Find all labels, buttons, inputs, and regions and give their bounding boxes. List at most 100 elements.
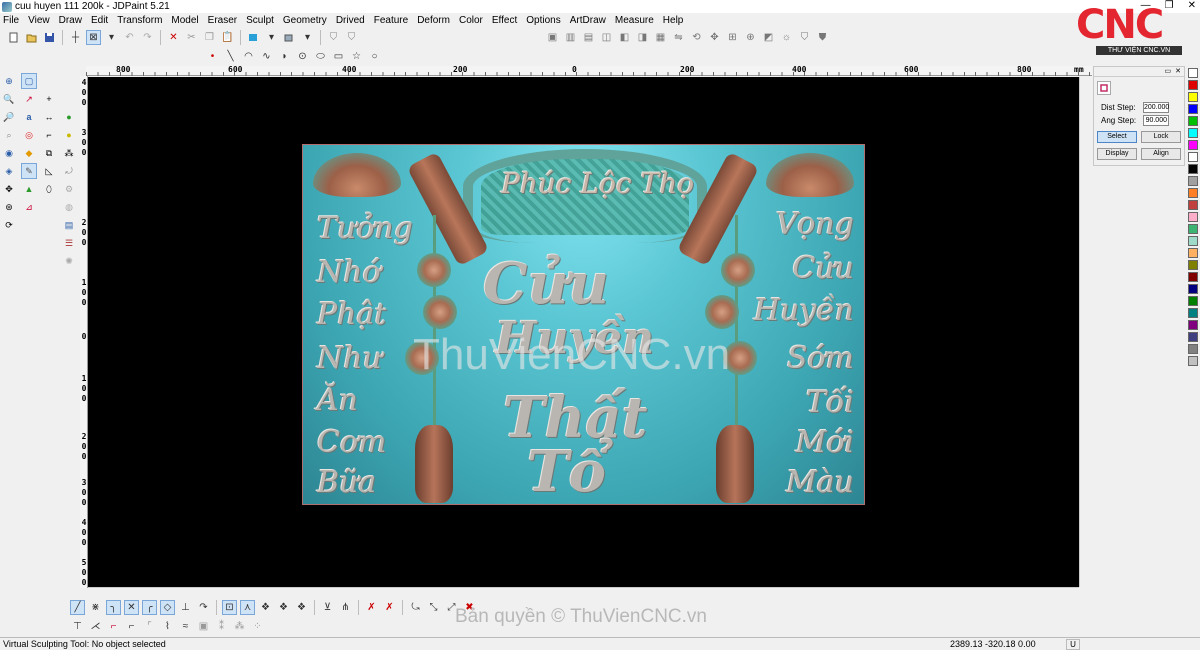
perpendicular-icon[interactable]: ⊥	[178, 600, 193, 615]
zoom-window-icon[interactable]: ⊕	[1, 73, 17, 89]
view-side-icon[interactable]: ▥	[563, 30, 578, 45]
color-swatch[interactable]	[1188, 68, 1198, 78]
shield-icon[interactable]: ⛊	[815, 30, 830, 45]
view-shade-icon[interactable]: ◩	[761, 30, 776, 45]
panel-minimize-icon[interactable]: ▭	[1165, 67, 1172, 76]
view-top-icon[interactable]: ▤	[581, 30, 596, 45]
shield-icon[interactable]: ⛉	[797, 30, 812, 45]
ungroup-icon[interactable]: ⁂	[232, 619, 247, 634]
rectangle-icon[interactable]: ▭	[331, 49, 346, 64]
corner-round-icon[interactable]: ⌐	[106, 619, 121, 634]
shield-icon[interactable]: ⛉	[344, 30, 359, 45]
color-swatch[interactable]	[1188, 188, 1198, 198]
layers-icon[interactable]: ☰	[61, 235, 77, 251]
menu-draw[interactable]: Draw	[59, 15, 82, 26]
lock-icon[interactable]: ▤	[61, 217, 77, 233]
extend-icon[interactable]: ⋔	[338, 600, 353, 615]
relief-artwork[interactable]: Phúc Lộc Thọ Tưởng Nhớ Phật Như Ăn Cơm B…	[302, 144, 865, 505]
canvas-viewport[interactable]: Phúc Lộc Thọ Tưởng Nhớ Phật Như Ăn Cơm B…	[88, 77, 1079, 587]
circle-diamond-icon[interactable]: ◇	[160, 600, 175, 615]
fillet-icon[interactable]: ╮	[106, 600, 121, 615]
bulb-yellow-icon[interactable]: ●	[61, 127, 77, 143]
menu-eraser[interactable]: Eraser	[208, 15, 237, 26]
arc-icon[interactable]: ◠	[241, 49, 256, 64]
circle-icon[interactable]: ○	[367, 49, 382, 64]
view-iso-icon[interactable]: ◧	[617, 30, 632, 45]
menu-edit[interactable]: Edit	[91, 15, 108, 26]
panel-tab-icon[interactable]	[1097, 81, 1111, 95]
gear-icon[interactable]: ⚙	[61, 181, 77, 197]
menu-feature[interactable]: Feature	[374, 15, 408, 26]
zoom-out-icon[interactable]: 🔎	[1, 109, 17, 125]
wave-icon[interactable]: ≈	[178, 619, 193, 634]
color-swatch[interactable]	[1188, 92, 1198, 102]
nodes-icon[interactable]: ⁂	[61, 145, 77, 161]
trim-icon[interactable]: ⊻	[320, 600, 335, 615]
cog-icon[interactable]: ✺	[61, 253, 77, 269]
box-icon[interactable]: ▣	[196, 619, 211, 634]
undo-icon[interactable]: ↶	[122, 30, 137, 45]
ellipse-icon[interactable]: ⬭	[313, 49, 328, 64]
view-light-icon[interactable]: ☼	[779, 30, 794, 45]
mirror-icon[interactable]: ◺	[41, 163, 57, 179]
color-swatch[interactable]	[1188, 320, 1198, 330]
menu-transform[interactable]: Transform	[117, 15, 162, 26]
zoom-prev-icon[interactable]: ⌕	[1, 127, 17, 143]
menu-measure[interactable]: Measure	[615, 15, 654, 26]
color-swatch[interactable]	[1188, 356, 1198, 366]
delete-icon[interactable]: ✕	[166, 30, 181, 45]
view-fit-icon[interactable]: ⊞	[725, 30, 740, 45]
dropdown-arrow-icon[interactable]: ▾	[264, 30, 279, 45]
align-button[interactable]: Align	[1141, 148, 1181, 160]
menu-geometry[interactable]: Geometry	[283, 15, 327, 26]
bulb-green-icon[interactable]: ●	[61, 109, 77, 125]
color-swatch[interactable]	[1188, 200, 1198, 210]
node-add-icon[interactable]: ❖	[276, 600, 291, 615]
line-icon[interactable]: ╲	[223, 49, 238, 64]
anchor-icon[interactable]: ⊤	[70, 619, 85, 634]
view-front-icon[interactable]: ▣	[545, 30, 560, 45]
open-folder-icon[interactable]	[24, 30, 39, 45]
eye-icon[interactable]: ◉	[1, 145, 17, 161]
distance-icon[interactable]: ↔	[41, 109, 57, 125]
frame-icon[interactable]: ⧉	[41, 145, 57, 161]
menu-drived[interactable]: Drived	[336, 15, 365, 26]
color-swatch[interactable]	[1188, 308, 1198, 318]
oval-tool-icon[interactable]: ⬯	[41, 181, 57, 197]
chamfer-icon[interactable]: ⋌	[88, 619, 103, 634]
horizontal-scrollbar[interactable]	[88, 587, 1079, 598]
sculpt-brush-icon[interactable]: ✎	[21, 163, 37, 179]
measure-icon[interactable]: ⊿	[21, 199, 37, 215]
dropdown-arrow-icon[interactable]: ▾	[300, 30, 315, 45]
menu-sculpt[interactable]: Sculpt	[246, 15, 274, 26]
corner-square-icon[interactable]: ⌐	[124, 619, 139, 634]
break-icon[interactable]: ✗	[364, 600, 379, 615]
circle-center-icon[interactable]: ⊙	[295, 49, 310, 64]
color-swatch[interactable]	[1188, 260, 1198, 270]
pick-curve-icon[interactable]: ↗	[21, 91, 37, 107]
intersect-icon[interactable]: ✕	[124, 600, 139, 615]
menu-view[interactable]: View	[28, 15, 50, 26]
color-swatch[interactable]	[1188, 140, 1198, 150]
color-swatch[interactable]	[1188, 80, 1198, 90]
menu-color[interactable]: Color	[459, 15, 483, 26]
move-icon[interactable]: ✥	[1, 181, 17, 197]
color-swatch[interactable]	[1188, 212, 1198, 222]
vertical-scrollbar[interactable]	[1079, 77, 1091, 587]
panel-close-icon[interactable]: ✕	[1175, 67, 1181, 76]
color-swatch[interactable]	[1188, 164, 1198, 174]
star-icon[interactable]: ☆	[349, 49, 364, 64]
menu-options[interactable]: Options	[526, 15, 560, 26]
spline-icon[interactable]: ∿	[259, 49, 274, 64]
cross-nodes-icon[interactable]: ⋇	[88, 600, 103, 615]
droplet-icon[interactable]: ◍	[61, 199, 77, 215]
curve-icon[interactable]: ◗	[277, 49, 292, 64]
select-rect-icon[interactable]: ▢	[21, 73, 37, 89]
circle-tool-icon[interactable]: ◎	[21, 127, 37, 143]
lock-button[interactable]: Lock	[1141, 131, 1181, 143]
redo-icon[interactable]: ↷	[140, 30, 155, 45]
view-3d-icon[interactable]: ◈	[1, 163, 17, 179]
sculpt-up-icon[interactable]: ▲	[21, 181, 37, 197]
color-swatch[interactable]	[1188, 176, 1198, 186]
color-swatch[interactable]	[1188, 272, 1198, 282]
